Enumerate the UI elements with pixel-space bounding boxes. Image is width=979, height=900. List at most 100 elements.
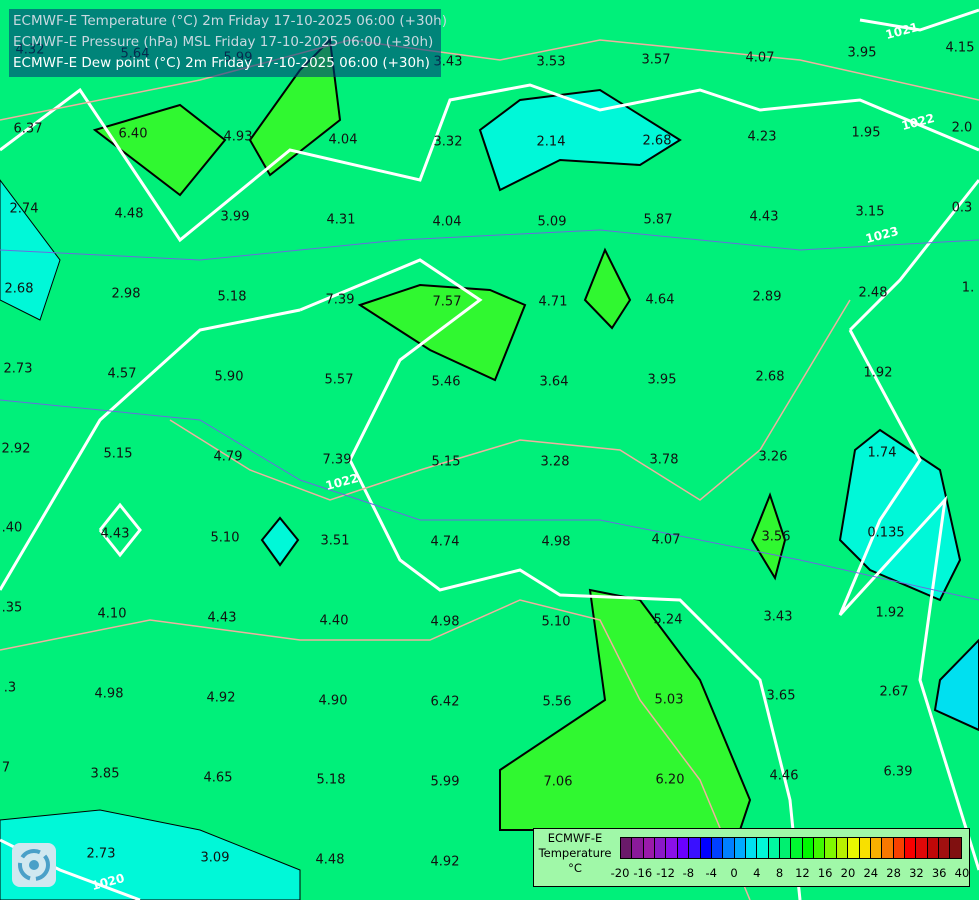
temperature-value: 2.98 [111, 286, 141, 302]
legend-title-line: Temperature [538, 846, 612, 860]
temperature-value: 4.79 [213, 449, 243, 465]
legend-tick-label: 12 [795, 866, 810, 880]
legend-tick-label: 24 [863, 866, 879, 880]
legend-tick-label: 20 [840, 866, 856, 880]
temperature-value: 4.93 [223, 129, 253, 145]
temperature-value: 4.46 [769, 768, 799, 784]
legend-swatch [757, 838, 769, 858]
temperature-value: 3.51 [320, 533, 350, 549]
temperature-value: 4.48 [315, 852, 345, 868]
title-dewpoint: ECMWF-E Dew point (°C) 2m Friday 17-10-2… [13, 55, 430, 71]
temperature-value: 4.07 [651, 532, 681, 548]
temperature-value: 5.10 [541, 614, 571, 630]
legend-color-bar [620, 837, 962, 859]
title-pressure: ECMWF-E Pressure (hPa) MSL Friday 17-10-… [13, 34, 434, 50]
ecmwf-logo-icon [12, 843, 56, 887]
legend-swatch [950, 838, 961, 858]
legend-swatch [882, 838, 894, 858]
temperature-value: 4.10 [97, 606, 127, 622]
legend-swatch [711, 838, 724, 858]
temperature-value: 3.65 [766, 688, 796, 704]
legend-swatch [700, 838, 712, 858]
legend-tick-label: -20 [610, 866, 630, 880]
legend-swatch [632, 838, 644, 858]
temperature-value: .3 [3, 680, 17, 696]
temperature-value: 3.78 [649, 452, 679, 468]
temperature-value: 7.06 [543, 774, 573, 790]
temperature-value: 1. [961, 280, 975, 296]
temperature-value: 4.90 [318, 693, 348, 709]
legend-tick-label: -12 [656, 866, 675, 880]
legend-swatch [859, 838, 871, 858]
legend-title-line: ECMWF-E [547, 831, 603, 845]
temperature-value: 1.74 [867, 445, 897, 461]
legend-swatch [916, 838, 928, 858]
temperature-value: 5.56 [542, 694, 572, 710]
temperature-value: 5.15 [431, 454, 461, 470]
legend-tick-label: -4 [705, 866, 717, 880]
temperature-value: 3.09 [200, 850, 230, 866]
temperature-value: 2.92 [1, 441, 31, 457]
temperature-value: 2.68 [642, 133, 672, 149]
legend-swatch [848, 838, 860, 858]
temperature-value: 6.42 [430, 694, 460, 710]
temperature-value: 3.56 [761, 529, 791, 545]
temperature-value: 3.57 [641, 52, 671, 68]
legend-swatch [621, 838, 633, 858]
temperature-value: 1.95 [851, 125, 881, 141]
temperature-value: 1.92 [875, 605, 905, 621]
temperature-value: 3.95 [647, 372, 677, 388]
legend-tick-label: -8 [682, 866, 695, 880]
temperature-value: 5.57 [324, 372, 354, 388]
temperature-value: 7.39 [322, 452, 352, 468]
temperature-value: 4.92 [206, 690, 236, 706]
temperature-value: 3.95 [847, 45, 877, 61]
temperature-value: 2.74 [9, 201, 39, 217]
legend-swatch [723, 838, 735, 858]
legend-tick-label: 40 [954, 866, 970, 880]
temperature-value: 0.135 [867, 525, 905, 541]
legend-tick-label: 32 [909, 866, 924, 880]
temperature-value: 4.48 [114, 206, 144, 222]
temperature-value: 4.07 [745, 50, 775, 66]
temperature-value: 5.10 [210, 530, 240, 546]
temperature-value: 0.3 [951, 200, 973, 216]
temperature-value: 3.15 [855, 204, 885, 220]
temperature-value: 2.68 [4, 281, 34, 297]
temperature-value: 5.03 [654, 692, 684, 708]
legend-swatch [780, 838, 792, 858]
temperature-value: 6.37 [13, 121, 43, 137]
legend-tick-label: 8 [775, 866, 784, 880]
legend-swatch [666, 838, 678, 858]
temperature-value: 5.46 [431, 374, 461, 390]
temperature-value: 3.26 [758, 449, 788, 465]
temperature-value: 4.23 [747, 129, 777, 145]
temperature-value: 2.73 [3, 361, 33, 377]
temperature-value: 3.32 [433, 134, 463, 150]
temperature-value: 4.98 [541, 534, 571, 550]
map-title-box: ECMWF-E Temperature (°C) 2m Friday 17-10… [9, 9, 447, 77]
temperature-value: 6.20 [655, 772, 685, 788]
temperature-value: 4.98 [94, 686, 124, 702]
title-temperature: ECMWF-E Temperature (°C) 2m Friday 17-10… [13, 13, 447, 29]
temperature-value: 4.15 [945, 40, 975, 56]
temperature-value: 4.40 [319, 613, 349, 629]
legend-swatch [927, 838, 940, 858]
temperature-value: 4.04 [432, 214, 462, 230]
temperature-value: 4.74 [430, 534, 460, 550]
legend-swatch [870, 838, 883, 858]
color-legend: ECMWF-E Temperature °C -20 -16 -12 -8 -4 0 4 8 1… [533, 828, 970, 887]
legend-swatch [836, 838, 849, 858]
temperature-value: 7.39 [325, 292, 355, 308]
legend-swatch [734, 838, 746, 858]
legend-swatch [802, 838, 815, 858]
temperature-value: 3.53 [536, 54, 566, 70]
legend-tick-label: 28 [886, 866, 901, 880]
legend-swatch [677, 838, 690, 858]
legend-tick-label: 36 [931, 866, 947, 880]
legend-tick-label: 4 [753, 866, 761, 880]
legend-swatch [939, 838, 951, 858]
temperature-value: 4.64 [645, 292, 675, 308]
temperature-value: 2.14 [536, 134, 566, 150]
temperature-value: 4.31 [326, 212, 356, 228]
